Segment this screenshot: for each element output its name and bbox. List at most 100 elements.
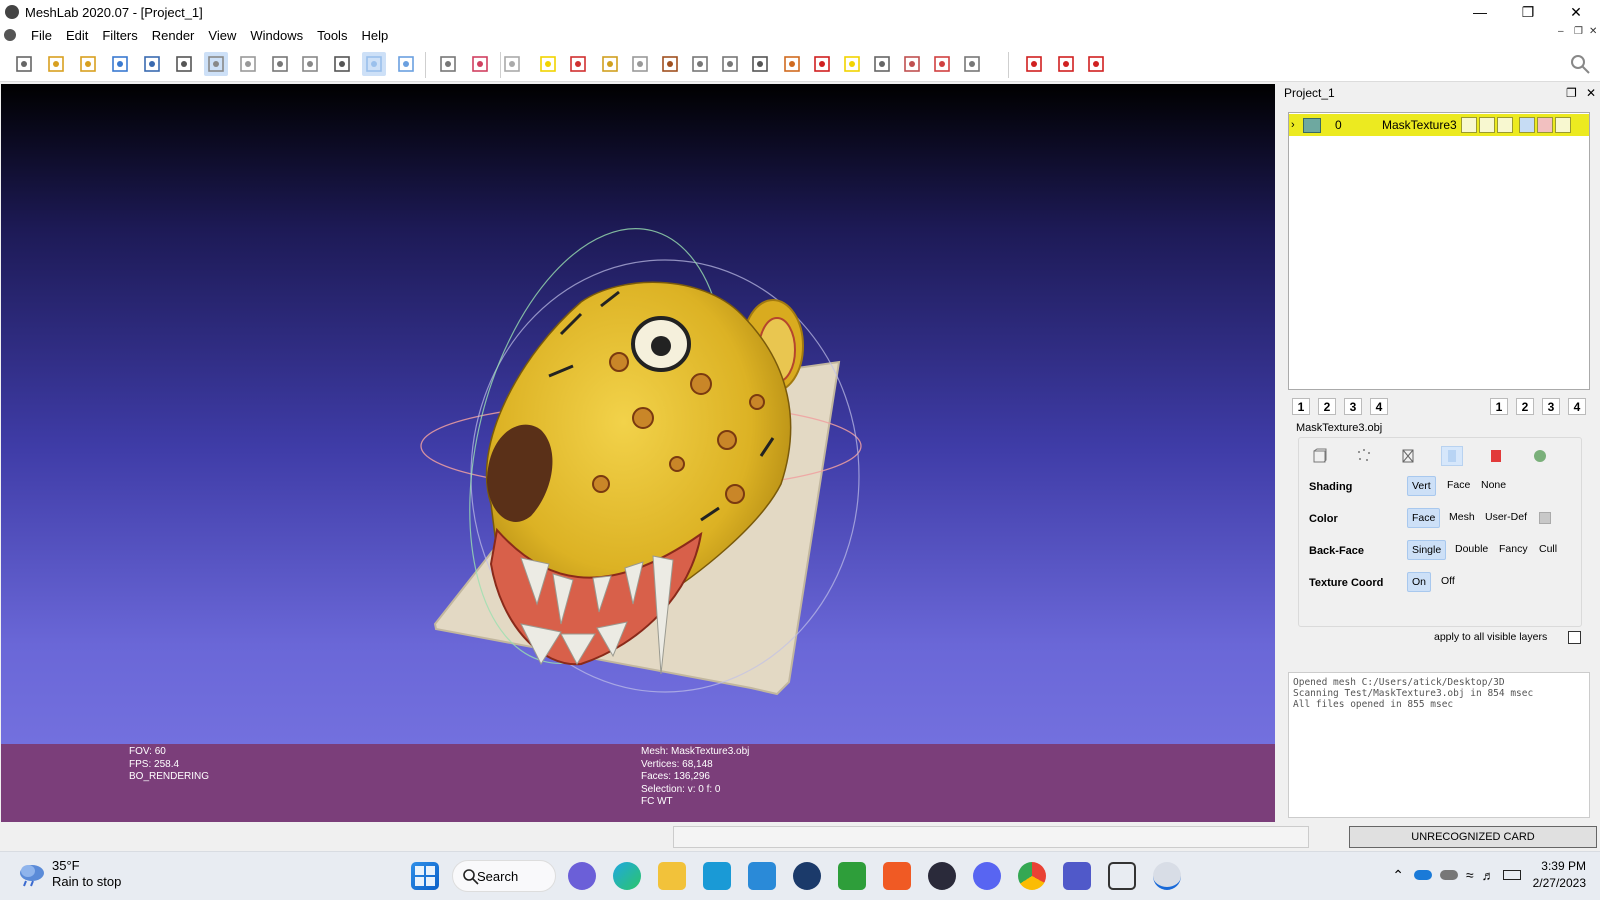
chrome-icon[interactable] [1018,862,1046,890]
layer-row[interactable]: › 0 MaskTexture3 [1289,114,1589,136]
view-button-right-2[interactable]: 2 [1516,398,1534,415]
restore-button[interactable]: ❐ [1504,0,1552,24]
color-mesh-option[interactable]: Mesh [1445,508,1479,526]
edge-icon[interactable] [613,862,641,890]
battery-icon[interactable] [1502,870,1521,880]
layer-list[interactable]: › 0 MaskTexture3 [1288,112,1590,390]
texcoord-on-option[interactable]: On [1407,572,1432,592]
3d-viewport[interactable] [1,84,1275,744]
mdi-minimize-icon[interactable]: – [1558,26,1564,37]
paint-color-button[interactable] [780,52,804,76]
meshlab-taskbar-icon[interactable] [1153,862,1181,890]
delete-vertices-button[interactable] [930,52,954,76]
delete-faces-button[interactable] [900,52,924,76]
file-explorer-icon[interactable] [658,862,686,890]
view-button-right-4[interactable]: 4 [1568,398,1586,415]
shading-face-option[interactable]: Face [1443,476,1474,494]
smooth-shading-icon[interactable] [1519,117,1535,133]
volume-icon[interactable]: ♬ [1482,868,1495,883]
start-button[interactable] [411,862,439,890]
minimize-button[interactable]: — [1456,0,1504,24]
brave-icon[interactable] [883,862,911,890]
view-button-3[interactable]: 3 [1344,398,1362,415]
search-button[interactable] [1568,52,1592,76]
connected-select-button[interactable] [960,52,984,76]
tab-bbox[interactable] [1309,446,1331,466]
menu-help[interactable]: Help [354,28,395,43]
taskbar-search[interactable]: Search [452,860,556,892]
select-vertices-button[interactable] [748,52,772,76]
teams-icon[interactable] [1063,862,1091,890]
chevron-up-icon[interactable]: ⌃ [1392,867,1404,884]
info-button[interactable] [840,52,864,76]
tab-material[interactable] [1529,446,1551,466]
texcoord-off-option[interactable]: Off [1437,572,1459,590]
texture-icon[interactable] [1537,117,1553,133]
pick-points-button[interactable] [688,52,712,76]
app-icon[interactable] [928,862,956,890]
raster-align-button[interactable] [628,52,652,76]
log-window[interactable]: Opened mesh C:/Users/atick/Desktop/3D Sc… [1288,672,1590,818]
discord-icon[interactable] [973,862,1001,890]
points-button[interactable] [298,52,322,76]
tab-texture[interactable] [1485,446,1507,466]
wireframe-icon[interactable] [1497,117,1513,133]
cloud-icon[interactable] [1439,870,1458,880]
menu-file[interactable]: File [24,28,59,43]
tab-smooth-shading[interactable] [1441,446,1463,466]
menu-windows[interactable]: Windows [243,28,310,43]
mail-icon[interactable] [748,862,776,890]
open-project-button[interactable] [44,52,68,76]
color-swatch[interactable] [1539,512,1551,524]
view-button-4[interactable]: 4 [1370,398,1388,415]
backface-cull-option[interactable]: Cull [1535,540,1561,558]
annotate-button[interactable] [536,52,560,76]
select-faces-button[interactable] [870,52,894,76]
color-face-option[interactable]: Face [1407,508,1441,528]
3d-viewer-icon[interactable] [1108,862,1136,890]
visibility-eye-icon[interactable] [1303,117,1321,133]
weather-widget[interactable]: 35°F Rain to stop [18,858,121,890]
cross-section-button[interactable] [436,52,460,76]
brush-button[interactable] [658,52,682,76]
mdi-restore-icon[interactable]: ❐ [1574,26,1583,37]
mdi-close-icon[interactable]: ✕ [1589,26,1597,37]
new-project-button[interactable] [12,52,36,76]
backface-single-option[interactable]: Single [1407,540,1447,560]
points-icon[interactable] [1479,117,1495,133]
delete-3-button[interactable] [1084,52,1108,76]
georef-button[interactable] [810,52,834,76]
view-button-right-3[interactable]: 3 [1542,398,1560,415]
axis-button[interactable] [468,52,492,76]
shading-none-option[interactable]: None [1477,476,1510,494]
delete-2-button[interactable] [1054,52,1078,76]
bbox-icon[interactable] [1461,117,1477,133]
view-button-1[interactable]: 1 [1292,398,1310,415]
apply-all-checkbox[interactable] [1568,631,1581,644]
close-panel-icon[interactable]: ✕ [1586,86,1596,100]
backface-fancy-option[interactable]: Fancy [1495,540,1532,558]
wireframe-button[interactable] [330,52,354,76]
bbox-button[interactable] [268,52,292,76]
tab-points[interactable] [1353,446,1375,466]
menu-tools[interactable]: Tools [310,28,354,43]
app-menu-icon[interactable] [4,29,16,41]
manipulator-button[interactable] [500,52,524,76]
light-button[interactable] [236,52,260,76]
paint-button[interactable] [598,52,622,76]
snapshot-button[interactable] [172,52,196,76]
wifi-icon[interactable]: ≈ [1466,867,1474,883]
flat-shading-button[interactable] [362,52,386,76]
open-mesh-button[interactable] [76,52,100,76]
layer-name[interactable]: MaskTexture3 [1382,118,1457,132]
menu-view[interactable]: View [201,28,243,43]
layers-button[interactable] [204,52,228,76]
menu-render[interactable]: Render [145,28,202,43]
save-button[interactable] [140,52,164,76]
measure-button[interactable] [566,52,590,76]
backface-double-option[interactable]: Double [1451,540,1492,558]
menu-edit[interactable]: Edit [59,28,95,43]
float-panel-icon[interactable]: ❐ [1566,86,1577,100]
close-button[interactable]: ✕ [1552,0,1600,24]
teams-chat-icon[interactable] [568,862,596,890]
